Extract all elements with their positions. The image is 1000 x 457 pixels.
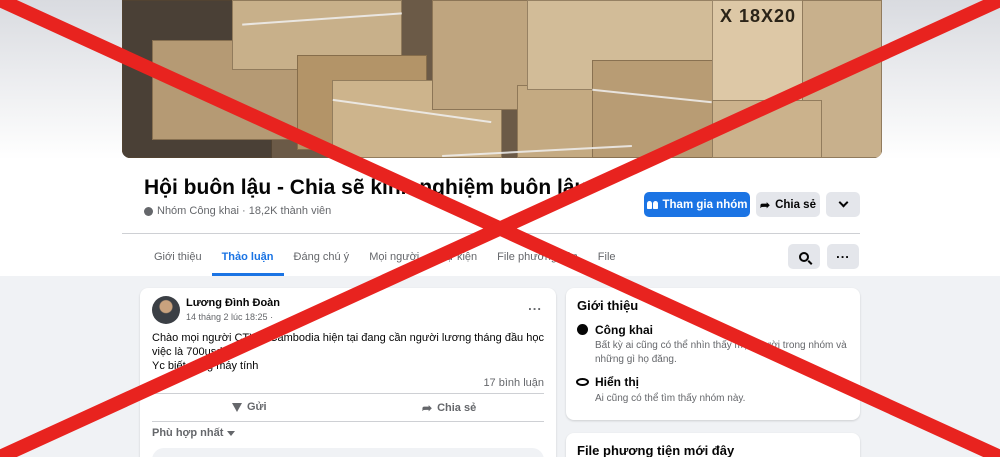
- tab-events[interactable]: Sự kiện: [429, 240, 487, 274]
- comment-count[interactable]: 17 bình luận: [483, 377, 544, 389]
- post-divider: [152, 393, 544, 394]
- share-arrow-icon: ➦: [760, 197, 771, 212]
- about-card: Giới thiệu Công khai Bất kỳ ai cũng có t…: [566, 288, 860, 420]
- post-share-button[interactable]: ➦ Chia sẻ: [422, 401, 476, 415]
- post-card: Lương Đình Đoàn 14 tháng 2 lúc 18:25 · .…: [140, 288, 556, 457]
- share-group-button[interactable]: ➦ Chia sẻ: [756, 192, 820, 217]
- header-divider: [122, 233, 860, 234]
- group-title[interactable]: Hội buôn lậu - Chia sẽ kinh nghiệm buôn …: [144, 176, 593, 200]
- recent-media-card: File phương tiện mới đây: [566, 433, 860, 457]
- post-text-line: Yc biết dùng máy tính: [152, 360, 259, 372]
- group-tabs: Giới thiệu Thảo luận Đáng chú ý Mọi ngườ…: [144, 240, 626, 276]
- tab-featured[interactable]: Đáng chú ý: [284, 240, 360, 274]
- send-icon: [232, 402, 242, 412]
- group-meta: Nhóm Công khai · 18,2K thành viên: [144, 205, 331, 217]
- search-icon: [799, 251, 809, 262]
- post-divider: [152, 421, 544, 422]
- share-group-label: Chia sẻ: [775, 198, 816, 211]
- visible-title: Hiển thị: [595, 375, 639, 389]
- globe-icon: [144, 206, 153, 216]
- join-group-label: Tham gia nhóm: [662, 198, 748, 211]
- tab-media[interactable]: File phương tiện: [487, 240, 588, 274]
- tab-discussion[interactable]: Thảo luận: [211, 240, 284, 276]
- comment-sort-label: Phù hợp nhất: [152, 427, 224, 439]
- public-title: Công khai: [595, 323, 654, 337]
- post-text-line: Chào mọi người CTY ở Cambodia hiện tại đ…: [152, 332, 544, 344]
- post-author[interactable]: Lương Đình Đoàn: [186, 297, 280, 309]
- comment-sort[interactable]: Phù hợp nhất: [152, 427, 236, 439]
- visible-description: Ai cũng có thể tìm thấy nhóm này.: [595, 393, 746, 404]
- chevron-down-icon: [838, 197, 848, 208]
- more-dots-icon: ...: [836, 246, 850, 261]
- group-meta-text[interactable]: Nhóm Công khai · 18,2K thành viên: [157, 205, 331, 217]
- send-button[interactable]: Gửi: [232, 401, 267, 413]
- send-label: Gửi: [247, 401, 267, 413]
- comment-input[interactable]: [152, 448, 544, 457]
- about-title: Giới thiệu: [577, 298, 639, 313]
- tab-files[interactable]: File: [588, 240, 626, 274]
- avatar[interactable]: [152, 296, 180, 324]
- public-description: Bất kỳ ai cũng có thể nhìn thấy mọi ngườ…: [595, 340, 847, 365]
- recent-media-title[interactable]: File phương tiện mới đây: [577, 443, 734, 457]
- caret-down-icon: [227, 430, 236, 436]
- share-icon: ➦: [422, 401, 433, 415]
- post-time[interactable]: 14 tháng 2 lúc 18:25 ·: [186, 312, 273, 322]
- post-more-icon[interactable]: ...: [528, 298, 542, 313]
- cover-box-label: X 18X20: [720, 6, 797, 26]
- post-share-label: Chia sẻ: [437, 402, 477, 414]
- cover-photo[interactable]: X 18X20: [122, 0, 882, 158]
- globe-icon: [577, 324, 588, 335]
- eye-icon: [576, 378, 589, 386]
- tab-people[interactable]: Mọi người: [359, 240, 429, 274]
- users-icon: [646, 200, 658, 209]
- tab-about[interactable]: Giới thiệu: [144, 240, 212, 274]
- more-options-button[interactable]: [826, 192, 860, 217]
- search-group-button[interactable]: [788, 244, 820, 269]
- tabs-more-button[interactable]: ...: [827, 244, 859, 269]
- post-text-line: việc là 700usd: [152, 346, 223, 358]
- join-group-button[interactable]: Tham gia nhóm: [644, 192, 750, 217]
